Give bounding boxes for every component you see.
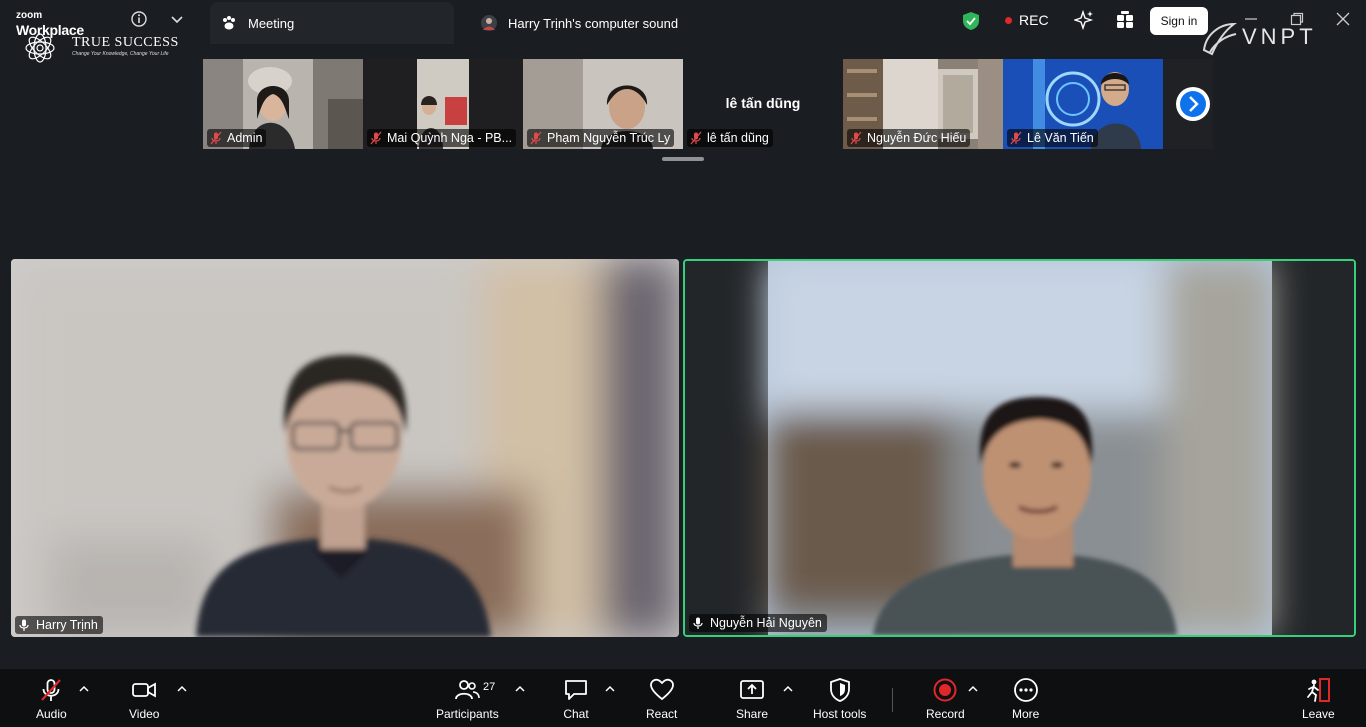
- brand-slogan: Change Your Knowledge, Change Your Life: [72, 51, 169, 57]
- vnpt-wordmark: VNPT: [1242, 24, 1317, 49]
- audio-options-caret-icon[interactable]: [79, 685, 89, 693]
- apps-grid-icon[interactable]: [1115, 10, 1135, 30]
- chat-options-caret-icon[interactable]: [605, 685, 615, 693]
- more-button[interactable]: More: [1012, 677, 1039, 721]
- shield-icon: [829, 678, 850, 702]
- record-button[interactable]: Record: [926, 677, 965, 721]
- info-icon[interactable]: [130, 10, 148, 28]
- chevron-down-icon[interactable]: [168, 10, 186, 28]
- participant-name: Phạm Nguyễn Trúc Ly: [547, 131, 671, 145]
- ai-companion-icon[interactable]: [1074, 10, 1094, 30]
- mic-muted-icon: [41, 679, 62, 701]
- video-feed: [11, 259, 679, 637]
- rec-label: REC: [1019, 12, 1049, 28]
- record-options-caret-icon[interactable]: [968, 685, 978, 693]
- participant-name: lê tấn dũng: [707, 131, 769, 145]
- video-feed: [685, 261, 1354, 635]
- participant-name: Harry Trịnh: [36, 618, 98, 632]
- participant-count: 27: [483, 681, 496, 693]
- chat-bubble-icon: [565, 680, 587, 700]
- leave-icon: [1307, 678, 1331, 702]
- strip-resize-handle[interactable]: [662, 157, 704, 161]
- tab-computer-sound-label: Harry Trịnh's computer sound: [508, 15, 679, 31]
- avatar: [481, 15, 497, 31]
- record-icon: [933, 678, 957, 702]
- recording-indicator[interactable]: REC: [1005, 12, 1049, 28]
- participant-thumbnail[interactable]: Mai Quỳnh Nga - PB...: [363, 59, 523, 149]
- participant-name-tag: Mai Quỳnh Nga - PB...: [367, 129, 517, 147]
- host-tools-button[interactable]: Host tools: [813, 677, 866, 721]
- share-button[interactable]: Share: [736, 677, 768, 721]
- participant-name-tag: Nguyễn Đức Hiếu: [847, 129, 971, 147]
- active-speaker-tile[interactable]: Nguyễn Hải Nguyên: [683, 259, 1356, 637]
- participant-thumbnail[interactable]: Admin: [203, 59, 363, 149]
- mic-muted-icon: [850, 131, 862, 145]
- host-tools-label: Host tools: [813, 707, 867, 721]
- react-button[interactable]: React: [646, 677, 677, 721]
- participant-display-name: lê tấn dũng: [725, 95, 801, 111]
- leave-button[interactable]: Leave: [1302, 677, 1335, 721]
- next-page-button[interactable]: [1176, 87, 1210, 121]
- participants-label: Participants: [436, 707, 499, 721]
- mic-muted-icon: [370, 131, 382, 145]
- record-dot-icon: [1005, 16, 1012, 24]
- participant-name: Nguyễn Hải Nguyên: [710, 616, 822, 630]
- participant-name-tag: lê tấn dũng: [687, 129, 773, 147]
- tab-meeting-label: Meeting: [248, 15, 295, 31]
- brand-title: TRUE SUCCESS: [72, 35, 179, 50]
- mic-muted-icon: [530, 131, 542, 145]
- more-label: More: [1012, 707, 1040, 721]
- vnpt-watermark: VNPT: [1200, 20, 1366, 60]
- mic-icon: [693, 617, 703, 629]
- record-label: Record: [926, 707, 965, 721]
- chat-label: Chat: [563, 707, 589, 721]
- audio-label: Audio: [36, 707, 67, 721]
- more-icon: [1013, 678, 1038, 702]
- tab-meeting[interactable]: Meeting: [210, 2, 454, 44]
- video-options-caret-icon[interactable]: [177, 685, 187, 693]
- participant-name: Lê Văn Tiến: [1027, 131, 1094, 145]
- vnpt-logo-icon: [1202, 22, 1238, 56]
- participant-name-tag: Nguyễn Hải Nguyên: [689, 614, 827, 632]
- participant-thumbnail[interactable]: Nguyễn Đức Hiếu: [843, 59, 1003, 149]
- participant-thumbnail[interactable]: Phạm Nguyễn Trúc Ly: [523, 59, 683, 149]
- video-camera-icon: [132, 682, 157, 698]
- participant-thumbnail[interactable]: lê tấn dũng lê tấn dũng: [683, 59, 843, 149]
- video-button[interactable]: Video: [129, 677, 159, 721]
- title-bar: zoom Workplace TRUE SUCCESS Change Your …: [0, 0, 1366, 63]
- tab-computer-sound[interactable]: Harry Trịnh's computer sound: [470, 2, 710, 44]
- audio-button[interactable]: Audio: [36, 677, 67, 721]
- share-screen-icon: [740, 680, 764, 699]
- participant-strip: Admin Mai Quỳnh Nga - PB... Phạm Nguyễn …: [203, 59, 1213, 149]
- share-label: Share: [736, 707, 769, 721]
- mic-muted-icon: [210, 131, 222, 145]
- participants-icon: [455, 680, 481, 700]
- participant-name-tag: Admin: [207, 129, 267, 147]
- paw-icon: [223, 16, 235, 30]
- participant-name-tag: Phạm Nguyễn Trúc Ly: [527, 129, 675, 147]
- share-options-caret-icon[interactable]: [783, 685, 793, 693]
- meeting-toolbar: Audio Video Participants 27 Chat React S…: [0, 669, 1366, 727]
- participant-name: Nguyễn Đức Hiếu: [867, 131, 967, 145]
- video-label: Video: [129, 707, 160, 721]
- heart-icon: [649, 678, 674, 701]
- leave-label: Leave: [1302, 707, 1335, 721]
- mic-icon: [19, 619, 29, 631]
- participants-options-caret-icon[interactable]: [515, 685, 525, 693]
- participant-name: Mai Quỳnh Nga - PB...: [387, 131, 513, 145]
- video-tile[interactable]: Harry Trịnh: [11, 259, 679, 637]
- zoom-wordmark: zoom: [16, 10, 43, 21]
- participant-thumbnail[interactable]: Lê Văn Tiến: [1003, 59, 1163, 149]
- toolbar-divider: [892, 688, 893, 712]
- shield-check-icon[interactable]: [962, 11, 980, 31]
- mic-muted-icon: [1010, 131, 1022, 145]
- participant-name: Admin: [227, 131, 263, 145]
- participant-name-tag: Lê Văn Tiến: [1007, 129, 1098, 147]
- lotus-logo-icon: [25, 33, 55, 63]
- react-label: React: [646, 707, 678, 721]
- mic-muted-icon: [690, 131, 702, 145]
- chat-button[interactable]: Chat: [563, 677, 589, 721]
- participant-name-tag: Harry Trịnh: [15, 616, 103, 634]
